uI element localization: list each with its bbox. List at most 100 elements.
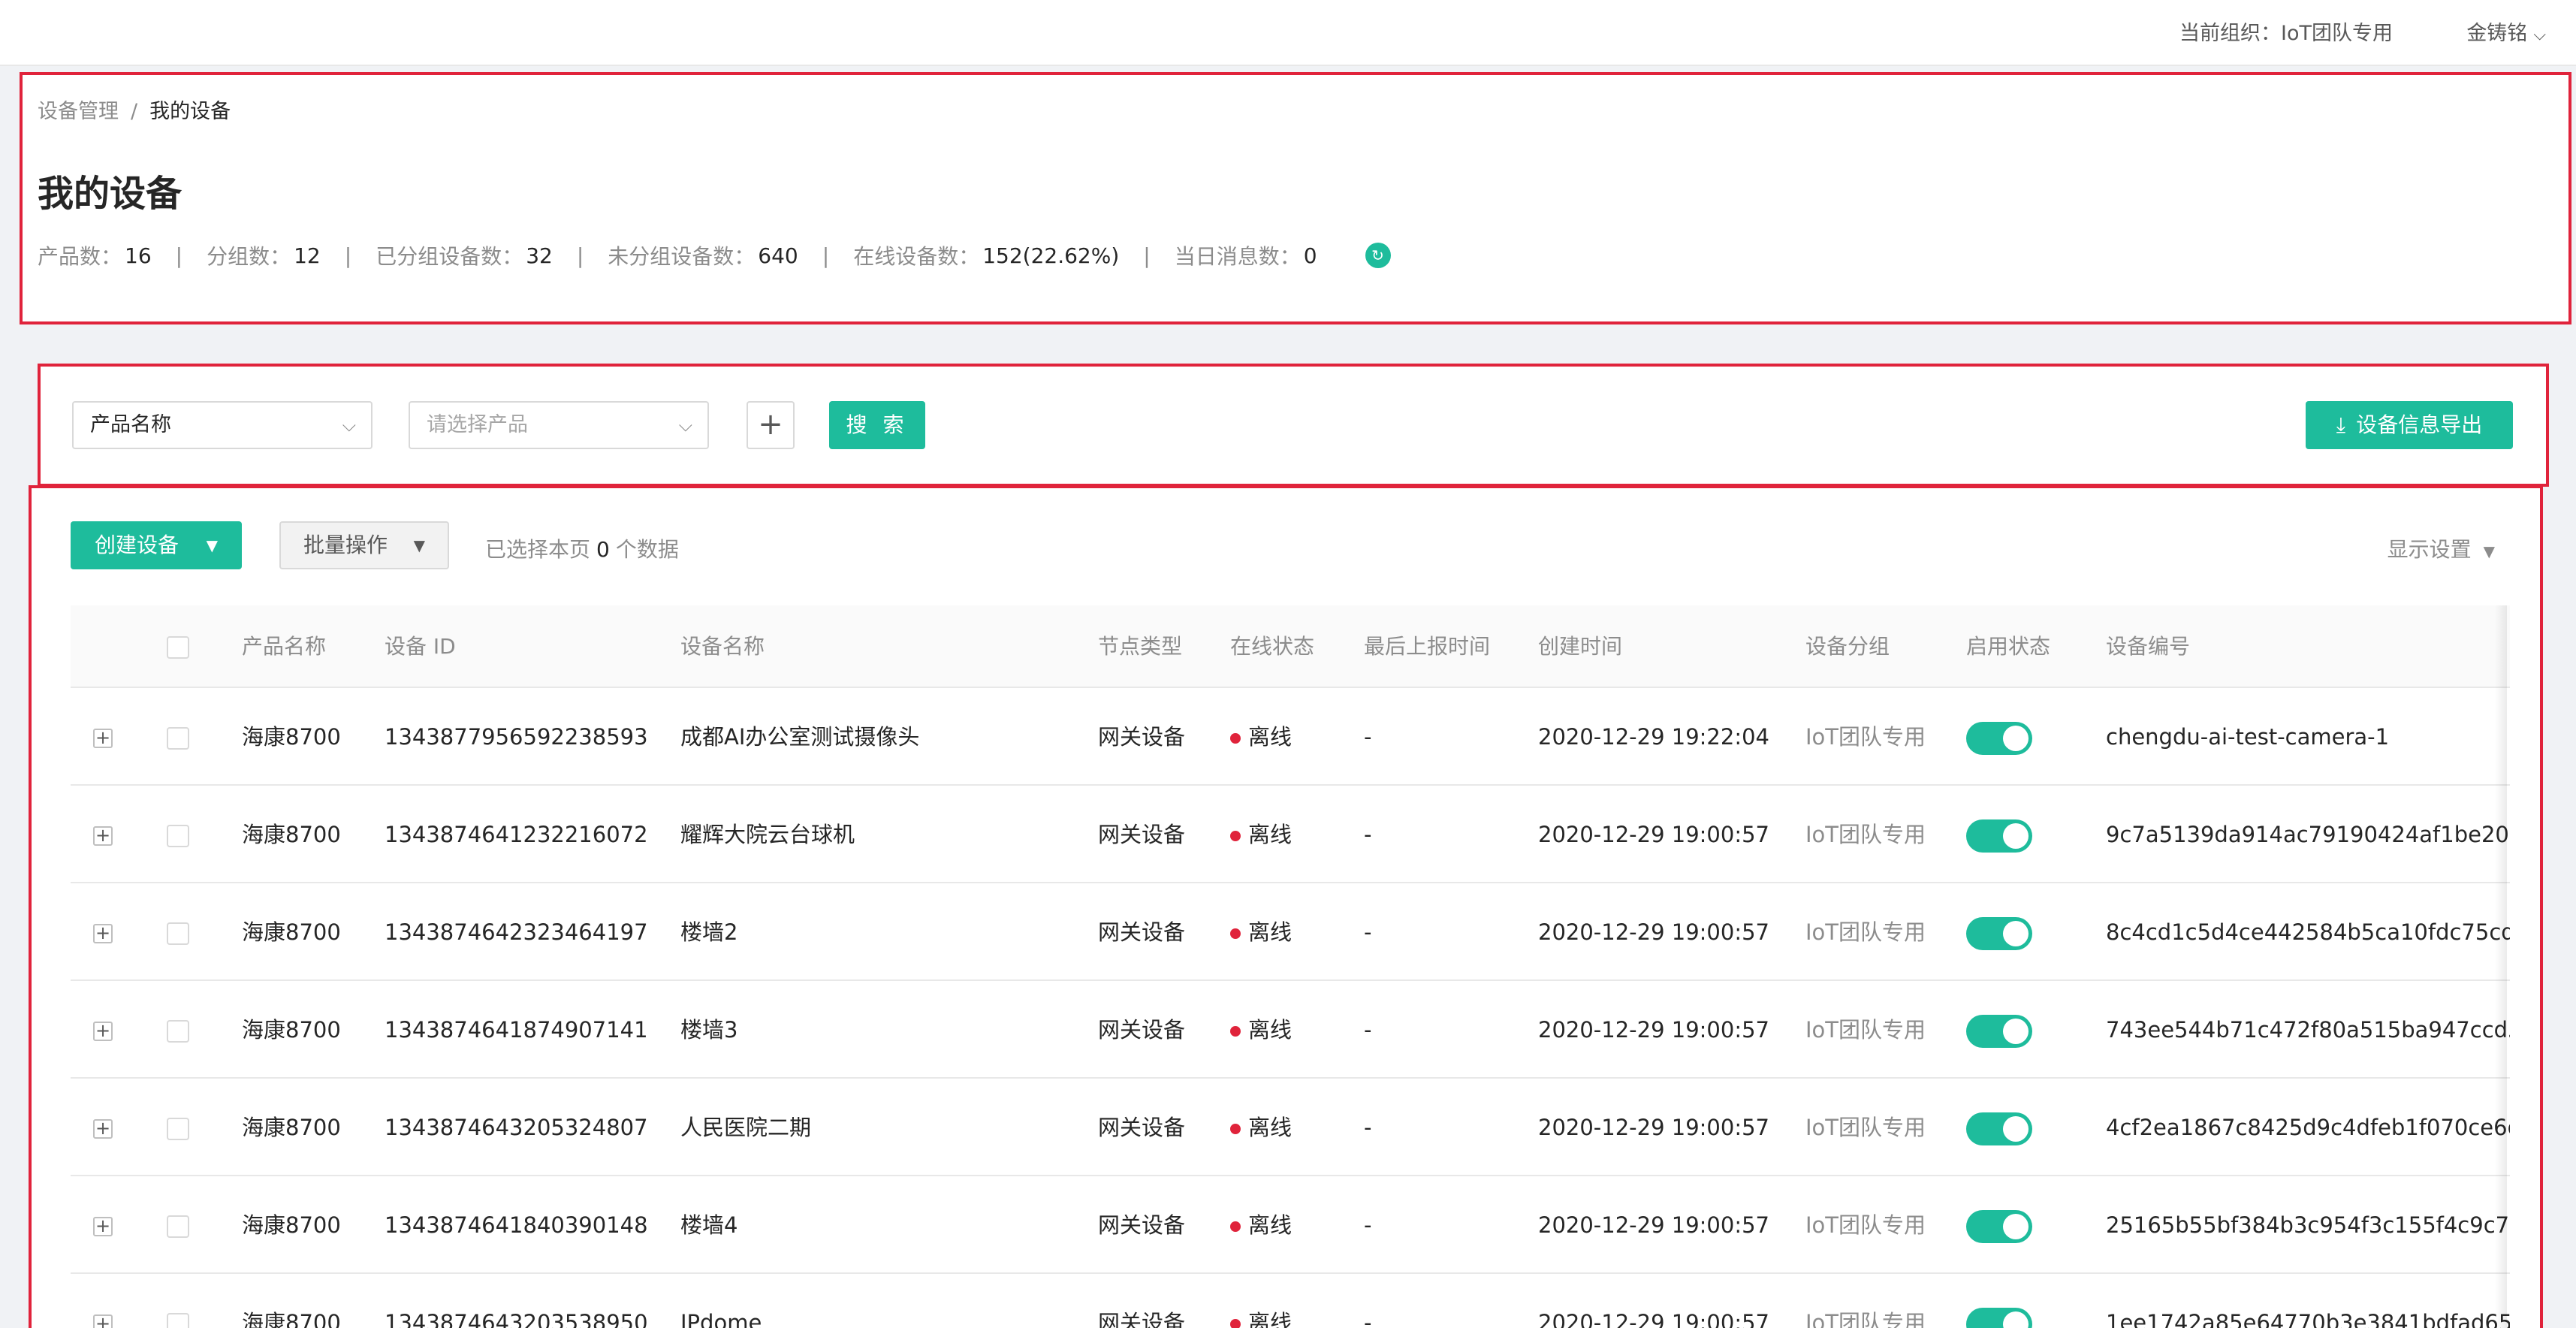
cell-device-group: IoT团队专用 xyxy=(1805,919,1926,945)
table-row[interactable]: + 海康8700 1343874643203538950 IPdome 网关设备… xyxy=(71,1274,2510,1328)
create-device-label: 创建设备 xyxy=(95,533,179,557)
row-checkbox[interactable] xyxy=(167,981,189,1079)
enabled-toggle[interactable] xyxy=(1966,1079,2032,1176)
stat-label: 已分组设备数： xyxy=(376,244,523,269)
stat-divider: | xyxy=(822,243,830,268)
cell-created-time: 2020-12-29 19:00:57 xyxy=(1538,919,1769,945)
cell-online-status: 离线 xyxy=(1230,981,1292,1079)
cell-product: 海康8700 xyxy=(242,1310,341,1328)
cell-device-group: IoT团队专用 xyxy=(1805,1017,1926,1043)
cell-last-report: - xyxy=(1364,822,1372,847)
display-settings-dropdown[interactable]: 显示设置 ▼ xyxy=(2387,533,2495,563)
cell-online-status: 离线 xyxy=(1230,786,1292,883)
expand-row-icon[interactable]: + xyxy=(93,786,113,883)
export-label: 设备信息导出 xyxy=(2356,412,2483,437)
enabled-toggle[interactable] xyxy=(1966,981,2032,1079)
add-filter-button[interactable]: + xyxy=(747,401,795,449)
stat-value: 16 xyxy=(125,243,152,268)
selection-info: 已选择本页 0 个数据 xyxy=(485,533,679,563)
enabled-toggle[interactable] xyxy=(1966,883,2032,981)
select-all-checkbox[interactable] xyxy=(167,605,189,688)
cell-online-status: 离线 xyxy=(1230,883,1292,981)
cell-device-id: 1343874641874907141 xyxy=(385,1017,648,1043)
table-scroll-shadow xyxy=(2495,605,2507,1328)
cell-device-name[interactable]: 人民医院二期 xyxy=(680,1079,811,1176)
expand-row-icon[interactable]: + xyxy=(93,883,113,981)
selection-count: 0 xyxy=(596,537,610,562)
cell-device-serial: 4cf2ea1867c8425d9c4dfeb1f070ce6d xyxy=(2106,1115,2510,1140)
enabled-toggle[interactable] xyxy=(1966,1274,2032,1328)
user-menu[interactable]: 金铸铭 ⌵ xyxy=(2466,17,2546,46)
row-checkbox[interactable] xyxy=(167,883,189,981)
expand-row-icon[interactable]: + xyxy=(93,981,113,1079)
cell-online-status: 离线 xyxy=(1230,1176,1292,1274)
cell-node-type: 网关设备 xyxy=(1098,822,1186,847)
stat-divider: | xyxy=(576,243,584,268)
checkbox[interactable] xyxy=(167,636,189,659)
product-select-placeholder: 请选择产品 xyxy=(427,413,528,436)
table-row[interactable]: + 海康8700 1343874643205324807 人民医院二期 网关设备… xyxy=(71,1079,2510,1176)
cell-product: 海康8700 xyxy=(242,822,341,847)
expand-row-icon[interactable]: + xyxy=(93,688,113,786)
cell-device-id: 1343874642323464197 xyxy=(385,919,648,945)
current-organization[interactable]: 当前组织：IoT团队专用 xyxy=(2179,17,2393,46)
offline-dot-icon xyxy=(1230,1221,1241,1232)
cell-device-group: IoT团队专用 xyxy=(1805,1310,1926,1328)
breadcrumb-device-management[interactable]: 设备管理 xyxy=(38,100,119,123)
batch-operation-button[interactable]: 批量操作 ▼ xyxy=(279,521,449,569)
cell-device-name[interactable]: IPdome xyxy=(680,1274,762,1328)
enabled-toggle[interactable] xyxy=(1966,1176,2032,1274)
page-title: 我的设备 xyxy=(38,173,182,215)
cell-online-status: 离线 xyxy=(1230,1079,1292,1176)
cell-device-name[interactable]: 楼墙4 xyxy=(680,1176,738,1274)
table-row[interactable]: + 海康8700 1343874641874907141 楼墙3 网关设备 离线… xyxy=(71,981,2510,1079)
table-row[interactable]: + 海康8700 1343874641840390148 楼墙4 网关设备 离线… xyxy=(71,1176,2510,1274)
device-stats: 产品数： 16 | 分组数： 12 | 已分组设备数： 32 | 未分组设备数： 640… xyxy=(38,240,1391,270)
cell-device-serial: 8c4cd1c5d4ce442584b5ca10fdc75cd9 xyxy=(2106,919,2510,945)
cell-product: 海康8700 xyxy=(242,1017,341,1043)
filter-bar: 产品名称 ⌵ 请选择产品 ⌵ + 搜 索 ⤓ 设备信息导出 xyxy=(38,364,2549,487)
row-checkbox[interactable] xyxy=(167,688,189,786)
row-checkbox[interactable] xyxy=(167,786,189,883)
row-checkbox[interactable] xyxy=(167,1176,189,1274)
expand-row-icon[interactable]: + xyxy=(93,1079,113,1176)
cell-created-time: 2020-12-29 19:00:57 xyxy=(1538,822,1769,847)
header-created-time: 创建时间 xyxy=(1538,634,1623,659)
cell-last-report: - xyxy=(1364,724,1372,750)
cell-device-id: 1343874641232216072 xyxy=(385,822,648,847)
table-row[interactable]: + 海康8700 1343874641232216072 耀辉大院云台球机 网关… xyxy=(71,786,2510,883)
create-device-button[interactable]: 创建设备 ▼ xyxy=(71,521,242,569)
display-settings-label: 显示设置 xyxy=(2387,537,2472,562)
cell-device-serial: 1ee1742a85e64770b3e3841bdfad65c9 xyxy=(2106,1310,2510,1328)
table-row[interactable]: + 海康8700 1343877956592238593 成都AI办公室测试摄像… xyxy=(71,688,2510,786)
filter-field-select[interactable]: 产品名称 ⌵ xyxy=(72,401,373,449)
caret-down-icon: ▼ xyxy=(2483,542,2495,560)
cell-device-name[interactable]: 楼墙3 xyxy=(680,981,738,1079)
cell-last-report: - xyxy=(1364,1115,1372,1140)
cell-device-group: IoT团队专用 xyxy=(1805,1212,1926,1238)
enabled-toggle[interactable] xyxy=(1966,786,2032,883)
cell-device-group: IoT团队专用 xyxy=(1805,724,1926,750)
cell-last-report: - xyxy=(1364,919,1372,945)
top-bar: 当前组织：IoT团队专用 金铸铭 ⌵ xyxy=(0,0,2576,66)
header-product: 产品名称 xyxy=(242,634,327,659)
cell-device-name[interactable]: 成都AI办公室测试摄像头 xyxy=(680,688,919,786)
row-checkbox[interactable] xyxy=(167,1079,189,1176)
stat-value: 32 xyxy=(526,243,553,268)
table-row[interactable]: + 海康8700 1343874642323464197 楼墙2 网关设备 离线… xyxy=(71,883,2510,981)
search-button[interactable]: 搜 索 xyxy=(829,401,925,449)
row-checkbox[interactable] xyxy=(167,1274,189,1328)
cell-device-name[interactable]: 耀辉大院云台球机 xyxy=(680,786,855,883)
cell-created-time: 2020-12-29 19:00:57 xyxy=(1538,1115,1769,1140)
product-select[interactable]: 请选择产品 ⌵ xyxy=(409,401,709,449)
refresh-icon[interactable]: ↻ xyxy=(1365,243,1391,268)
export-device-info-button[interactable]: ⤓ 设备信息导出 xyxy=(2306,401,2513,449)
stat-label: 在线设备数： xyxy=(853,244,980,269)
enabled-toggle[interactable] xyxy=(1966,688,2032,786)
cell-device-group: IoT团队专用 xyxy=(1805,822,1926,847)
cell-last-report: - xyxy=(1364,1017,1372,1043)
expand-row-icon[interactable]: + xyxy=(93,1176,113,1274)
offline-dot-icon xyxy=(1230,733,1241,744)
expand-row-icon[interactable]: + xyxy=(93,1274,113,1328)
cell-device-name[interactable]: 楼墙2 xyxy=(680,883,738,981)
